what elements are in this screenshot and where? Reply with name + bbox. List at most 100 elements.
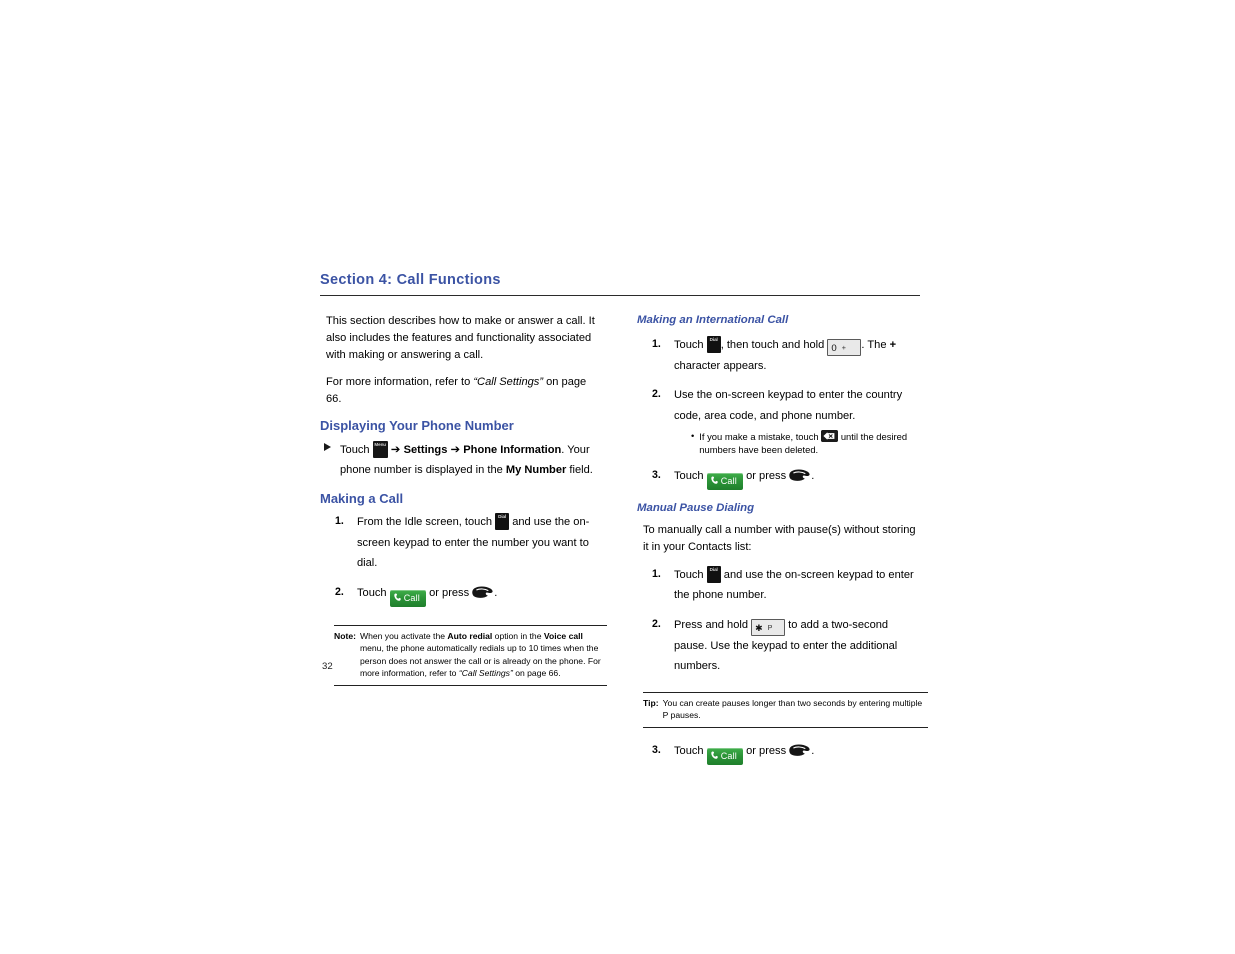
pause-key-label: P (767, 622, 773, 632)
step-item: 3. Touch Call or press . (637, 466, 920, 490)
note-italic-call-settings: “Call Settings” (458, 668, 513, 679)
menu-key-icon: Menu (372, 440, 388, 458)
step-text: Touch Call or press . (674, 741, 920, 765)
zero-plus-key[interactable]: 0 + (827, 338, 862, 356)
step-text-before: From the Idle screen, touch (357, 516, 496, 529)
step-text-after: . (811, 469, 815, 482)
call-button-label: Call (720, 475, 737, 486)
step-number: 1. (652, 567, 661, 580)
step-text-after-a: . The (861, 338, 890, 351)
call-settings-reference: “Call Settings” (473, 375, 544, 388)
tip-callout: Tip: You can create pauses longer than t… (643, 691, 928, 728)
sub-bullet-text: If you make a mistake, touch until the d… (699, 430, 920, 456)
note-bold-voice-call: Voice call (543, 630, 583, 641)
sub-bullet-text-before: If you make a mistake, touch (699, 431, 822, 443)
making-a-call-steps: 1. From the Idle screen, touch Dial and … (320, 512, 603, 607)
step-text-before: Press and hold (674, 618, 752, 631)
handset-icon (710, 749, 718, 766)
settings-label: Settings (403, 443, 448, 456)
star-p-key[interactable]: ✱ P (751, 618, 786, 636)
step-text-after-b: character appears. (674, 359, 767, 372)
plus-character: + (889, 338, 897, 351)
phone-information-label: Phone Information (463, 443, 562, 456)
step-text-before: Touch (674, 744, 707, 757)
handset-icon (393, 591, 401, 608)
step-text: Touch Call or press . (674, 466, 920, 490)
dial-key-icon: Dial (495, 513, 510, 531)
send-key-icon (789, 743, 811, 758)
note-callout: Note: When you activate the Auto redial … (334, 624, 607, 686)
note-part-1: When you activate the (359, 630, 448, 641)
step-item: 1. Touch Dial, then touch and hold 0 +. T… (637, 335, 920, 377)
step-text-middle: or press (426, 586, 473, 599)
step-text-middle: , then touch and hold (720, 338, 828, 351)
step-text-before: Touch (674, 568, 707, 581)
two-column-layout: This section describes how to make or an… (320, 313, 928, 773)
send-key-icon (789, 468, 811, 483)
international-call-steps: 1. Touch Dial, then touch and hold 0 +. T… (637, 335, 920, 490)
touch-label: Touch (340, 443, 370, 456)
page-title: Section 4: Call Functions (320, 272, 501, 288)
heading-making-a-call: Making a Call (320, 490, 404, 506)
step-number: 2. (652, 388, 661, 401)
heading-displaying-your-phone-number: Displaying Your Phone Number (320, 417, 514, 433)
right-column: Making an International Call 1. Touch Di… (637, 313, 928, 773)
sub-bullet-item: • If you make a mistake, touch until the … (674, 430, 920, 456)
left-column: This section describes how to make or an… (320, 313, 607, 686)
step-text: Touch Dial, then touch and hold 0 +. The … (674, 335, 920, 377)
call-button-icon[interactable]: Call (706, 472, 743, 490)
step-item: 1. Touch Dial and use the on-screen keyp… (637, 565, 920, 606)
step-number: 2. (652, 617, 661, 630)
displaying-text-end: field. (566, 464, 593, 477)
tip-text: You can create pauses longer than two se… (662, 697, 923, 721)
backspace-key-icon[interactable] (821, 430, 839, 443)
step-number: 2. (335, 585, 344, 598)
arrow-glyph-2: ➔ (450, 442, 461, 456)
page-number: 32 (322, 661, 333, 672)
note-part-2: option in the (492, 630, 544, 641)
heading-making-an-international-call: Making an International Call (637, 314, 789, 327)
displaying-phone-number-step: Touch Menu ➔ Settings ➔ Phone Informatio… (320, 439, 603, 481)
call-button-label: Call (403, 592, 420, 603)
call-button-icon[interactable]: Call (389, 589, 426, 608)
step-text-middle: or press (743, 744, 790, 757)
zero-key-label: 0 (831, 342, 837, 354)
arrow-glyph-1: ➔ (390, 442, 401, 456)
step-number: 1. (652, 337, 661, 350)
manual-page: Section 4: Call Functions This section d… (320, 272, 928, 774)
displaying-step-body: Touch Menu ➔ Settings ➔ Phone Informatio… (340, 439, 603, 481)
step-text-after: . (494, 586, 498, 599)
step-item: 1. From the Idle screen, touch Dial and … (320, 512, 603, 574)
step-item: 2. Use the on-screen keypad to enter the… (637, 385, 920, 456)
note-bold-auto-redial: Auto redial (447, 630, 493, 641)
send-key-icon (472, 585, 494, 600)
step-item: 2. Touch Call or press . (320, 583, 603, 607)
step-text-middle: or press (743, 469, 790, 482)
note-label: Note: (334, 630, 356, 641)
step-text-before: Touch (357, 586, 390, 599)
bullet-dot-icon: • (691, 430, 695, 442)
dial-key-icon: Dial (706, 335, 721, 353)
step-text-main: Use the on-screen keypad to enter the co… (674, 389, 903, 422)
star-key-label: ✱ (755, 622, 763, 633)
more-info-prefix: For more information, refer to (326, 375, 474, 388)
manual-pause-intro: To manually call a number with pause(s) … (643, 523, 916, 553)
step-item: 2. Press and hold ✱ P to add a two-second… (637, 615, 920, 677)
step-text: From the Idle screen, touch Dial and use… (357, 512, 603, 574)
step-text: Use the on-screen keypad to enter the co… (674, 385, 920, 456)
step-text: Press and hold ✱ P to add a two-second pa… (674, 615, 920, 677)
step-text: Touch Dial and use the on-screen keypad … (674, 565, 920, 606)
step-item: 3. Touch Call or press . (637, 741, 920, 765)
dial-key-icon: Dial (706, 565, 721, 583)
note-text: When you activate the Auto redial option… (360, 630, 607, 680)
step-number: 3. (652, 743, 661, 756)
my-number-label: My Number (505, 464, 567, 477)
call-button-label: Call (720, 750, 737, 761)
call-button-icon[interactable]: Call (706, 747, 743, 766)
step-text-before: Touch (674, 338, 707, 351)
more-info-paragraph: For more information, refer to “Call Set… (320, 374, 603, 408)
intro-paragraph: This section describes how to make or an… (326, 315, 595, 362)
step-number: 3. (652, 468, 661, 481)
step-text-before: Touch (674, 469, 707, 482)
step-number: 1. (335, 515, 344, 528)
